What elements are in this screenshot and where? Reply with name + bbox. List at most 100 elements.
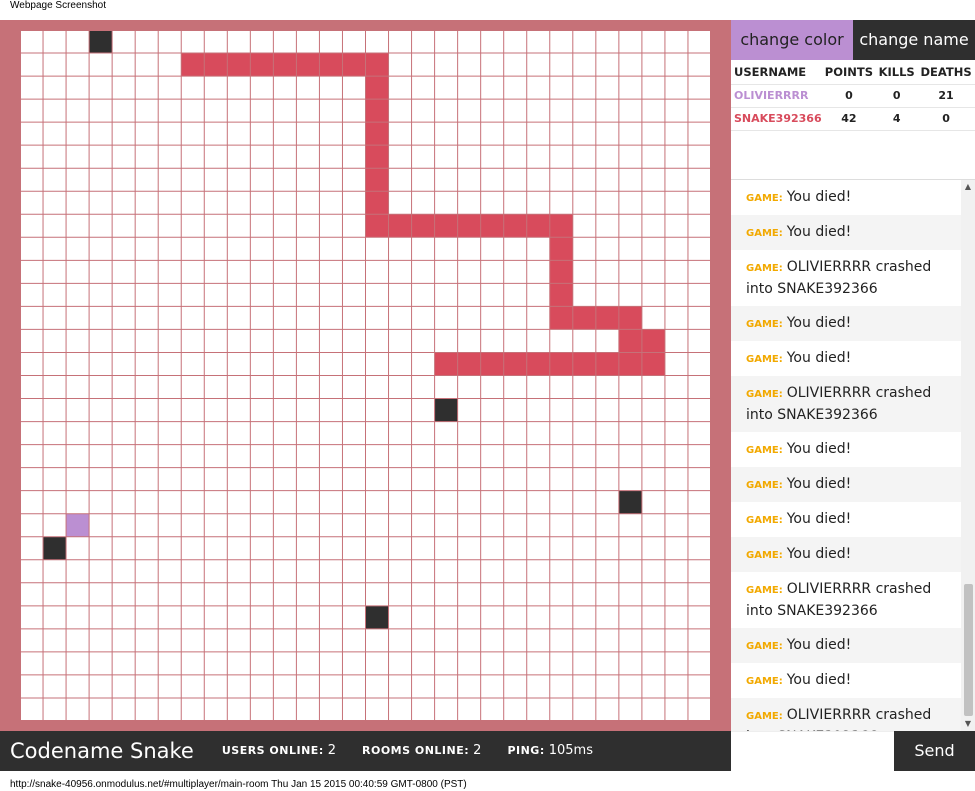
game-frame (0, 20, 731, 731)
chat-message-tag: GAME: (746, 711, 783, 722)
scoreboard-kills: 4 (876, 107, 918, 131)
red-snake-segment (342, 53, 366, 77)
scoreboard-deaths: 21 (917, 84, 975, 108)
users-online-stat: USERS ONLINE: 2 (222, 731, 336, 771)
chat-message-tag: GAME: (746, 550, 783, 561)
scoreboard-table: USERNAME POINTS KILLS DEATHS OLIVIERRRR … (731, 60, 975, 131)
scoreboard-row: SNAKE392366 42 4 0 (731, 107, 975, 131)
chat-message: GAME: You died! (731, 432, 961, 467)
chat-message-text: You died! (786, 189, 852, 205)
scoreboard-kills: 0 (876, 84, 918, 108)
red-snake-segment (319, 53, 343, 77)
chat-scrollbar[interactable]: ▲ ▼ (961, 180, 975, 731)
red-snake-segment (296, 53, 320, 77)
red-snake-segment (595, 306, 619, 330)
chat-message-text: You died! (786, 672, 852, 688)
chat-message-tag: GAME: (746, 228, 783, 239)
red-snake-segment (365, 168, 389, 192)
red-snake-segment (365, 191, 389, 215)
chat-message-text: You died! (786, 637, 852, 653)
chat-message-tag: GAME: (746, 389, 783, 400)
app-title: Codename Snake (10, 739, 194, 763)
send-button[interactable]: Send (894, 731, 975, 771)
chat-message-text: You died! (786, 224, 852, 240)
red-snake-segment (434, 352, 458, 376)
chat-message-text: You died! (786, 476, 852, 492)
chat-message: GAME:OLIVIERRRR crashed into SNAKE392366 (731, 376, 961, 432)
red-snake-segment (388, 214, 412, 238)
red-snake-segment (181, 53, 205, 77)
red-snake-segment (641, 352, 665, 376)
food-block (365, 605, 389, 629)
scoreboard: USERNAME POINTS KILLS DEATHS OLIVIERRRR … (731, 60, 975, 180)
chat-message: GAME: You died! (731, 663, 961, 698)
rooms-online-stat: ROOMS ONLINE: 2 (362, 731, 481, 771)
page-url-footer: http://snake-40956.onmodulus.net/#multip… (10, 779, 467, 790)
chat-message: GAME: You died! (731, 215, 961, 250)
food-block (618, 490, 642, 514)
scoreboard-row: OLIVIERRRR 0 0 21 (731, 84, 975, 108)
rooms-online-value: 2 (473, 743, 482, 758)
red-snake-segment (457, 352, 481, 376)
game-board[interactable] (20, 30, 711, 721)
ping-value: 105ms (548, 743, 593, 758)
change-name-button[interactable]: change name (853, 20, 975, 60)
red-snake-segment (480, 352, 504, 376)
red-snake-segment (572, 352, 596, 376)
deaths-header: DEATHS (917, 60, 975, 85)
chat-message: GAME: You died! (731, 502, 961, 537)
chat-message: GAME: You died! (731, 180, 961, 215)
red-snake-segment (365, 122, 389, 146)
red-snake-segment (549, 214, 573, 238)
red-snake-segment (549, 283, 573, 307)
ping-stat: PING: 105ms (507, 731, 593, 771)
sidebar: change color change name USERNAME POINTS… (731, 20, 975, 771)
chat-log[interactable]: GAME: You died! GAME: You died! GAME: OLIVIER… (731, 180, 975, 731)
chat-message: GAME: You died! (731, 537, 961, 572)
chat-messages: GAME: You died! GAME: You died! GAME: OLIVIER… (731, 180, 961, 731)
red-snake-segment (411, 214, 435, 238)
rooms-online-label: ROOMS ONLINE: (362, 744, 470, 757)
red-snake-segment (365, 214, 389, 238)
users-online-label: USERS ONLINE: (221, 744, 324, 757)
red-snake-segment (273, 53, 297, 77)
change-color-button[interactable]: change color (731, 20, 853, 60)
chat-message-tag: GAME: (746, 515, 783, 526)
scoreboard-username: OLIVIERRRR (731, 84, 822, 108)
kills-header: KILLS (876, 60, 918, 85)
chat-input-row: Send (731, 731, 975, 771)
chat-message-tag: GAME: (746, 319, 783, 330)
red-snake-segment (641, 329, 665, 353)
red-snake-segment (549, 237, 573, 261)
chat-message-text: You died! (786, 350, 852, 366)
chat-message-text: You died! (786, 511, 852, 527)
scroll-up-icon[interactable]: ▲ (961, 180, 975, 194)
users-online-value: 2 (327, 743, 336, 758)
red-snake-segment (549, 260, 573, 284)
red-snake-segment (618, 306, 642, 330)
red-snake-segment (526, 214, 550, 238)
red-snake-segment (618, 329, 642, 353)
game-board-grid (20, 30, 711, 721)
chat-message-tag: GAME: (746, 676, 783, 687)
chat-message-tag: GAME: (746, 193, 783, 204)
chat-message-text: You died! (786, 441, 852, 457)
username-header: USERNAME (731, 60, 822, 85)
chat-message: GAME:OLIVIERRRR crashed into SNAKE392366 (731, 698, 961, 731)
scroll-thumb[interactable] (964, 584, 973, 716)
chat-input[interactable] (731, 731, 894, 771)
chat-message: GAME: You died! (731, 467, 961, 502)
top-buttons: change color change name (731, 20, 975, 60)
scoreboard-deaths: 0 (917, 107, 975, 131)
scroll-down-icon[interactable]: ▼ (961, 717, 975, 731)
red-snake-segment (618, 352, 642, 376)
red-snake-segment (365, 99, 389, 123)
chat-message: GAME:OLIVIERRRR crashed into SNAKE392366 (731, 250, 961, 306)
red-snake-segment (480, 214, 504, 238)
red-snake-segment (503, 214, 527, 238)
red-snake-segment (572, 306, 596, 330)
chat-message: GAME: You died! (731, 306, 961, 341)
red-snake-segment (549, 352, 573, 376)
chat-message: GAME: You died! (731, 341, 961, 376)
chat-message-tag: GAME: (746, 263, 783, 274)
